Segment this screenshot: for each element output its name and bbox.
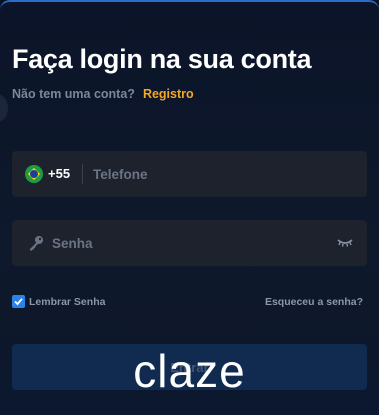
brazil-flag-icon[interactable] [25, 165, 43, 183]
modal-side-handle[interactable] [0, 94, 8, 122]
forgot-password-link[interactable]: Esqueceu a senha? [265, 296, 363, 308]
field-divider [82, 164, 83, 184]
phone-field[interactable]: +55 [12, 151, 367, 197]
phone-input[interactable] [93, 151, 353, 197]
eye-closed-icon[interactable] [337, 237, 353, 249]
remember-password[interactable]: Lembrar Senha [12, 295, 105, 308]
login-submit-button[interactable]: Entrar [12, 344, 367, 390]
checkmark-icon [14, 298, 23, 306]
no-account-text: Não tem uma conta? [12, 87, 135, 101]
key-icon [30, 236, 43, 251]
password-field[interactable] [12, 220, 367, 266]
register-link[interactable]: Registro [143, 87, 194, 101]
page-title: Faça login na sua conta [12, 44, 312, 74]
remember-label: Lembrar Senha [29, 295, 106, 308]
password-input[interactable] [52, 220, 322, 266]
login-modal: Faça login na sua conta Não tem uma cont… [0, 0, 379, 415]
country-dial-code[interactable]: +55 [48, 166, 70, 181]
remember-checkbox[interactable] [12, 295, 25, 308]
signup-prompt: Não tem uma conta? Registro [12, 87, 194, 101]
